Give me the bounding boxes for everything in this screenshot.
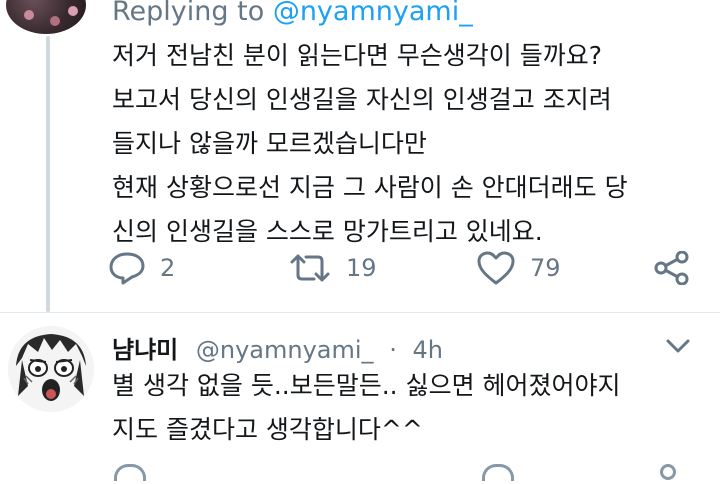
tweet-text: 저거 전남친 분이 읽는다면 무슨생각이 들까요? 보고서 당신의 인생길을 자… bbox=[112, 34, 702, 254]
user-handle[interactable]: @nyamnyami_ bbox=[196, 336, 374, 364]
share-button[interactable] bbox=[654, 248, 690, 288]
tweet-text-line: 별 생각 없을 듯..보든말든.. 싫으면 헤어졌어야지 bbox=[112, 371, 621, 400]
retweet-button[interactable]: 19 bbox=[288, 248, 377, 288]
like-button[interactable]: 79 bbox=[476, 248, 561, 288]
reply-count: 2 bbox=[160, 254, 176, 282]
share-icon bbox=[654, 251, 689, 285]
replying-to-handle-link[interactable]: @nyamnyami_ bbox=[273, 0, 473, 27]
timestamp[interactable]: 4h bbox=[412, 336, 442, 364]
like-count: 79 bbox=[530, 254, 561, 282]
reply-button[interactable]: 2 bbox=[108, 248, 175, 288]
tweet-header: 냠냐미 @nyamnyami_ · 4h bbox=[112, 330, 443, 365]
retweet-count: 19 bbox=[346, 254, 377, 282]
like-icon bbox=[477, 251, 515, 285]
thread-line bbox=[46, 36, 50, 312]
avatar[interactable] bbox=[6, 0, 86, 34]
replying-to-text: Replying to bbox=[112, 0, 265, 27]
tweet-text-line: 저거 전남친 분이 읽는다면 무슨생각이 들까요? bbox=[112, 41, 603, 70]
tweet-text-line: 들지나 않을까 모르겠습니다만 bbox=[112, 129, 427, 158]
tweet-text-line: 보고서 당신의 인생길을 자신의 인생걸고 조지려 bbox=[112, 85, 612, 114]
display-name[interactable]: 냠냐미 bbox=[112, 336, 178, 364]
separator-dot: · bbox=[389, 336, 397, 364]
reply-icon bbox=[109, 252, 145, 285]
share-icon[interactable] bbox=[660, 464, 676, 480]
replying-to-label: Replying to @nyamnyami_ bbox=[112, 0, 473, 27]
tweet-actions: 2 19 79 bbox=[108, 248, 698, 288]
avatar[interactable] bbox=[8, 326, 94, 412]
tweet-text: 별 생각 없을 듯..보든말든.. 싫으면 헤어졌어야지 지도 즐겼다고 생각합… bbox=[112, 364, 712, 452]
chevron-down-icon[interactable] bbox=[664, 334, 692, 358]
tweet-text-line: 현재 상황으로선 지금 그 사람이 손 안대더래도 당 bbox=[112, 173, 628, 202]
retweet-icon bbox=[290, 254, 330, 282]
tweet-text-line: 지도 즐겼다고 생각합니다^^ bbox=[112, 415, 423, 444]
tweet-actions-partial bbox=[108, 464, 698, 484]
divider bbox=[0, 312, 720, 313]
manga-face-avatar-image bbox=[8, 326, 94, 412]
